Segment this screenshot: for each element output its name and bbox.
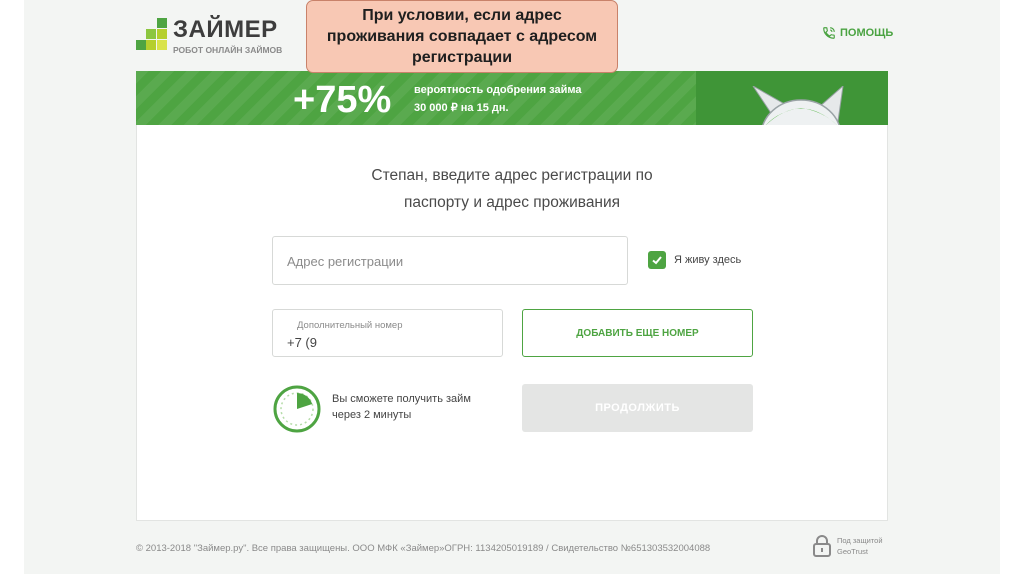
callout-line: регистрации <box>411 49 513 66</box>
timer-line-1: Вы сможете получить займ <box>332 393 471 405</box>
geotrust-text: Под защитой GeoTrust <box>837 535 883 557</box>
approval-percent: +75% <box>293 79 392 121</box>
robot-mascot-icon <box>752 86 844 125</box>
brand-tagline: РОБОТ ОНЛАЙН ЗАЙМОВ <box>173 45 283 55</box>
timer-line-2: через 2 минуты <box>332 409 412 421</box>
footer-copyright: © 2013-2018 "Займер.ру". Все права защищ… <box>136 543 711 554</box>
address-placeholder: Адрес регистрации <box>287 254 404 269</box>
brand-logo[interactable]: ЗАЙМЕР РОБОТ ОНЛАЙН ЗАЙМОВ <box>136 16 296 56</box>
checkmark-icon <box>652 256 662 265</box>
secure-line-2: GeoTrust <box>837 547 868 556</box>
promo-banner: +75% вероятность одобрения займа 30 000 … <box>136 71 888 125</box>
extra-phone-label: Дополнительный номер <box>297 320 403 331</box>
geotrust-badge[interactable]: Под защитой GeoTrust <box>813 535 883 557</box>
logo-mark-icon <box>136 18 167 50</box>
form-heading-line-2: паспорту и адрес проживания <box>403 194 621 211</box>
secure-line-1: Под защитой <box>837 536 883 545</box>
approval-line-2: 30 000 ₽ на 15 дн. <box>414 102 509 114</box>
live-here-checkbox-row[interactable]: Я живу здесь <box>648 251 741 269</box>
live-here-label: Я живу здесь <box>674 254 742 266</box>
continue-button[interactable]: ПРОДОЛЖИТЬ <box>522 384 753 432</box>
callout-line: проживания совпадает с адресом <box>326 28 598 45</box>
timer-icon <box>273 385 321 433</box>
timer-text: Вы сможете получить займ через 2 минуты <box>332 391 471 423</box>
lock-icon <box>813 535 831 557</box>
brand-name: ЗАЙМЕР <box>173 16 278 43</box>
form-heading: Степан, введите адрес регистрации по пас… <box>137 162 887 216</box>
live-here-checkbox[interactable] <box>648 251 666 269</box>
help-label: ПОМОЩЬ <box>840 27 894 39</box>
annotation-callout: При условии, если адрес проживания совпа… <box>306 0 618 73</box>
approval-line-1: вероятность одобрения займа <box>414 84 582 96</box>
extra-phone-value: +7 (9 <box>287 335 317 350</box>
add-number-button[interactable]: ДОБАВИТЬ ЕЩЕ НОМЕР <box>522 309 753 357</box>
form-card: Степан, введите адрес регистрации по пас… <box>136 125 888 521</box>
extra-phone-input[interactable]: Дополнительный номер +7 (9 <box>272 309 503 357</box>
form-heading-line-1: Степан, введите адрес регистрации по <box>371 167 653 184</box>
phone-icon <box>823 27 835 39</box>
help-link[interactable]: ПОМОЩЬ <box>822 26 893 40</box>
address-input[interactable]: Адрес регистрации <box>272 236 628 285</box>
approval-text: вероятность одобрения займа 30 000 ₽ на … <box>414 81 581 117</box>
callout-line: При условии, если адрес <box>362 7 562 24</box>
